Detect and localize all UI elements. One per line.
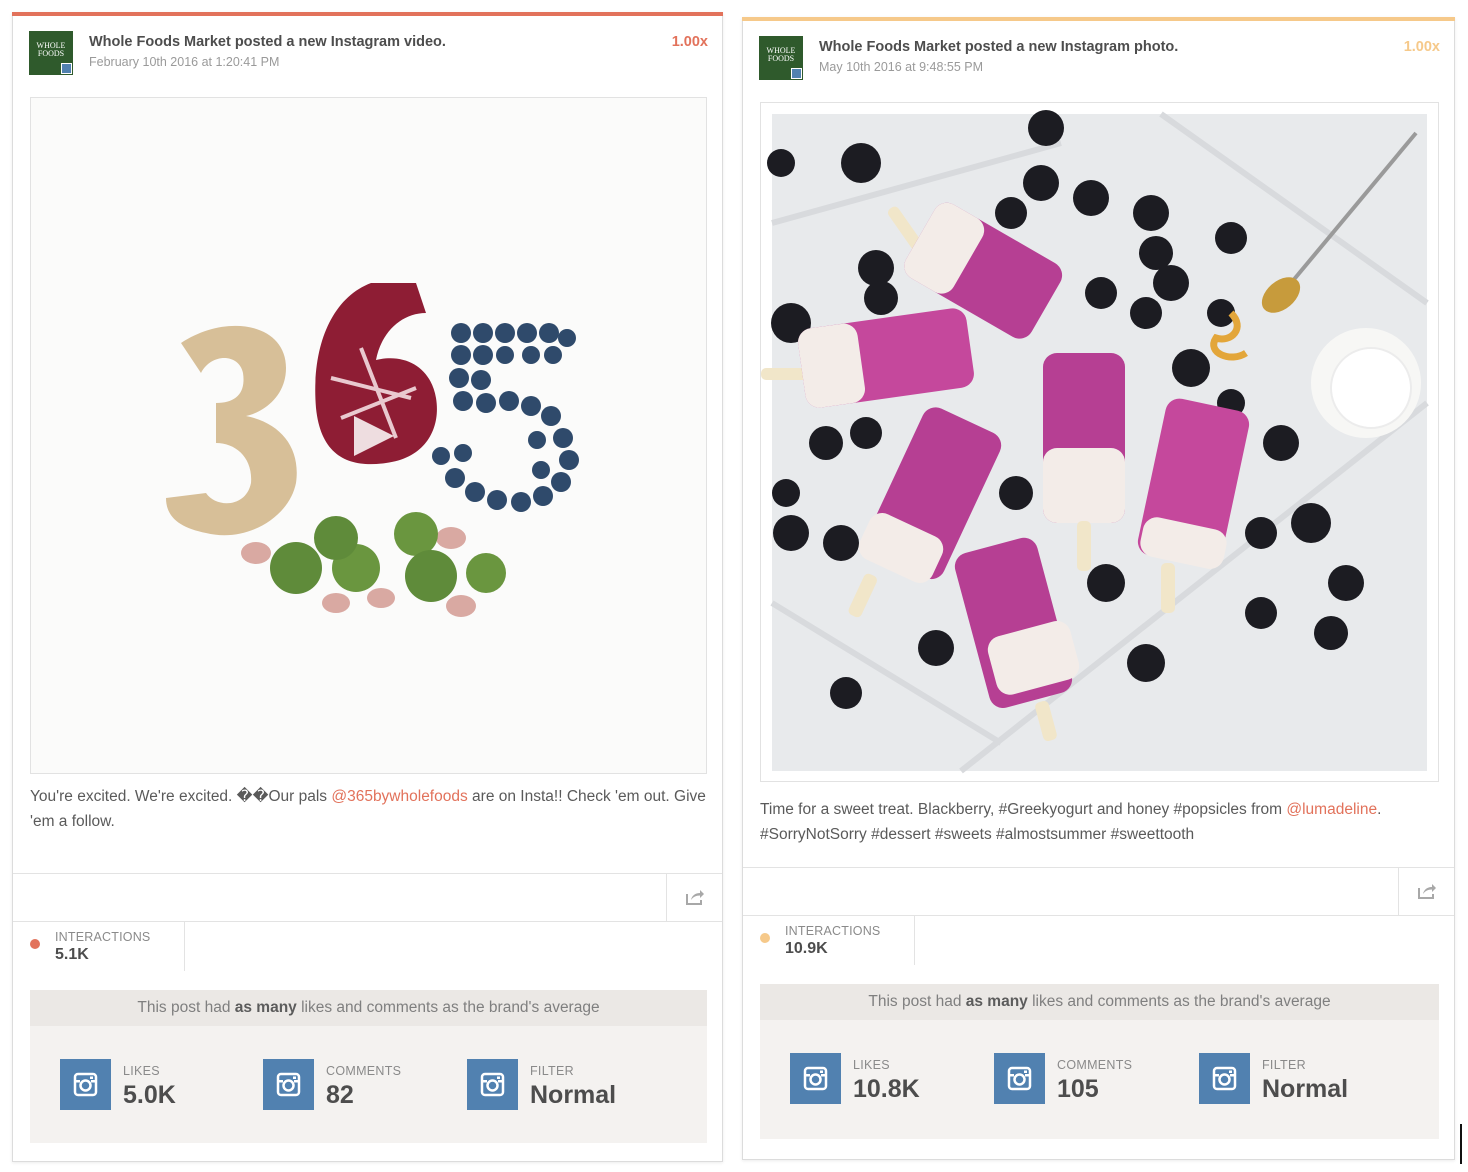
share-button[interactable]	[666, 874, 722, 921]
divider	[184, 921, 185, 971]
share-button[interactable]	[1398, 868, 1454, 915]
caption-text: Time for a sweet treat. Blackberry, #Gre…	[760, 801, 1287, 818]
brand-logo-text: WHOLE FOODS	[766, 46, 796, 63]
post-timestamp: May 10th 2016 at 9:48:55 PM	[819, 60, 983, 74]
post-title[interactable]: Whole Foods Market posted a new Instagra…	[89, 34, 446, 50]
post-card-photo: WHOLE FOODS Whole Foods Market posted a …	[742, 17, 1455, 1160]
comments-label: COMMENTS	[1057, 1058, 1133, 1072]
interactions-label: INTERACTIONS	[55, 930, 151, 944]
post-header: WHOLE FOODS Whole Foods Market posted a …	[759, 36, 1440, 86]
filter-label: FILTER	[530, 1064, 574, 1078]
instagram-icon	[994, 1053, 1045, 1104]
instagram-icon	[790, 1053, 841, 1104]
performance-summary: This post had as many likes and comments…	[30, 990, 707, 1143]
caption-mention-link[interactable]: @365bywholefoods	[331, 788, 467, 805]
average-notice: This post had as many likes and comments…	[30, 990, 707, 1026]
notice-text: This post had	[868, 993, 966, 1010]
action-bar	[743, 867, 1454, 916]
comments-value: 82	[326, 1081, 354, 1109]
comments-value: 105	[1057, 1075, 1099, 1103]
likes-label: LIKES	[123, 1064, 160, 1078]
status-dot	[760, 933, 770, 943]
notice-emphasis: as many	[234, 999, 297, 1016]
likes-value: 10.8K	[853, 1075, 920, 1103]
interactions-value: 5.1K	[55, 946, 89, 963]
notice-text-end: likes and comments as the brand's averag…	[1027, 993, 1331, 1010]
performance-summary: This post had as many likes and comments…	[760, 984, 1439, 1139]
post-photo[interactable]	[760, 102, 1439, 782]
post-caption: Time for a sweet treat. Blackberry, #Gre…	[760, 797, 1420, 847]
instagram-badge-icon	[791, 68, 802, 79]
instagram-icon	[263, 1059, 314, 1110]
instagram-icon	[467, 1059, 518, 1110]
instagram-icon	[1199, 1053, 1250, 1104]
post-title[interactable]: Whole Foods Market posted a new Instagra…	[819, 39, 1178, 55]
post-caption: You're excited. We're excited. ��Our pal…	[30, 784, 710, 834]
caption-text: You're excited. We're excited. ��Our pal…	[30, 788, 332, 805]
text-cursor	[1460, 1124, 1462, 1164]
share-icon	[1418, 884, 1436, 899]
action-bar	[13, 873, 722, 922]
photo-image	[761, 103, 1438, 781]
average-notice: This post had as many likes and comments…	[760, 984, 1439, 1020]
caption-mention-link[interactable]: @lumadeline	[1286, 801, 1377, 818]
filter-value: Normal	[1262, 1075, 1349, 1103]
divider	[914, 915, 915, 965]
video-thumbnail	[31, 98, 706, 773]
notice-text-end: likes and comments as the brand's averag…	[296, 999, 600, 1016]
instagram-icon	[60, 1059, 111, 1110]
brand-avatar[interactable]: WHOLE FOODS	[759, 36, 803, 80]
post-video[interactable]	[30, 97, 707, 774]
status-dot	[30, 939, 40, 949]
share-icon	[686, 890, 704, 905]
post-header: WHOLE FOODS Whole Foods Market posted a …	[29, 31, 708, 81]
card-accent-bar	[12, 12, 723, 16]
likes-value: 5.0K	[123, 1081, 176, 1109]
post-timestamp: February 10th 2016 at 1:20:41 PM	[89, 55, 280, 69]
card-accent-bar	[742, 17, 1455, 21]
instagram-badge-icon	[61, 63, 72, 74]
brand-avatar[interactable]: WHOLE FOODS	[29, 31, 73, 75]
interactions-value: 10.9K	[785, 940, 828, 957]
engagement-multiplier: 1.00x	[1403, 39, 1440, 55]
post-card-video: WHOLE FOODS Whole Foods Market posted a …	[12, 12, 723, 1162]
engagement-multiplier: 1.00x	[671, 34, 708, 50]
notice-emphasis: as many	[965, 993, 1028, 1010]
brand-logo-text: WHOLE FOODS	[36, 41, 66, 58]
interactions-label: INTERACTIONS	[785, 924, 881, 938]
comments-label: COMMENTS	[326, 1064, 402, 1078]
notice-text: This post had	[137, 999, 235, 1016]
likes-label: LIKES	[853, 1058, 890, 1072]
filter-value: Normal	[530, 1081, 617, 1109]
filter-label: FILTER	[1262, 1058, 1306, 1072]
